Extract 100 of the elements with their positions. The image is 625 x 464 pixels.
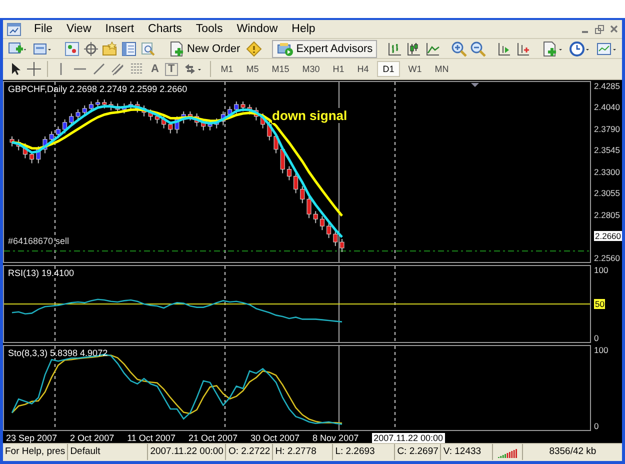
status-text: Default [68,444,148,460]
candlestick [326,222,332,238]
timeframe-button[interactable]: H1 [328,62,350,76]
candlestick [267,120,272,141]
candlestick [142,104,146,117]
candlestick [22,142,28,158]
candlestick [320,215,324,230]
bar-chart-icon[interactable] [386,40,403,57]
status-text: L: 2.2693 [333,444,396,460]
candlestick [76,108,80,121]
date-label: 21 Oct 2007 [188,432,238,443]
market-watch-icon[interactable] [64,40,80,57]
magnifier-window-icon[interactable] [140,40,156,57]
crosshair-icon[interactable] [26,61,42,78]
status-text: H: 2.2778 [273,444,334,460]
menu-item[interactable]: File [27,23,60,36]
chart-window-icon[interactable] [7,22,21,36]
close-icon[interactable] [610,25,618,34]
status-text: For Help, pres [3,444,68,460]
line-chart-icon[interactable] [424,40,441,57]
auto-scroll-icon[interactable] [514,40,531,57]
price-label: 2.3055 [594,188,620,198]
timeframe-button[interactable]: M15 [266,62,294,76]
channel-icon[interactable] [110,61,126,78]
timeframe-button[interactable]: D1 [376,61,400,78]
expert-advisors-button[interactable]: Expert Advisors [272,40,377,58]
menu-item[interactable]: Charts [141,23,189,36]
candlestick [10,136,14,147]
candlestick [300,185,305,204]
marker-icon [471,82,479,87]
zoom-in-icon[interactable] [450,40,467,57]
timeframe-button[interactable]: M1 [216,62,238,76]
menu-item[interactable]: View [60,23,98,36]
candlestick [102,98,107,109]
timeframe-button[interactable]: M5 [241,62,264,76]
candlestick [294,172,298,194]
candlestick [115,102,120,114]
restore-icon[interactable] [595,24,604,34]
document-plus-icon [169,40,185,57]
candlestick [42,136,48,154]
axis-label: 50 [594,298,606,309]
candlestick [188,110,192,121]
candlestick [306,195,312,218]
date-label: 8 Nov 2007 [312,432,359,443]
candlestick [194,112,200,127]
menu-item[interactable]: Help [284,23,322,36]
axis-label: 0 [594,332,599,343]
candlestick [220,110,226,126]
candlestick [148,108,153,121]
candlestick [286,165,292,180]
candlestick [333,230,338,246]
candlestick [135,100,140,113]
status-text: V: 12433 [441,444,494,460]
axis-label: 100 [594,344,608,355]
chart-shift-icon[interactable] [496,40,512,57]
status-text: 8356/42 kb [548,445,598,460]
candlestick [234,100,239,114]
price-label: 2.4040 [594,102,620,112]
candlestick [122,102,126,114]
candlestick [254,106,258,121]
price-label: 2.2660 [594,231,622,242]
status-text: C: 2.2697 [395,444,442,460]
crosshair-icon[interactable] [83,40,99,57]
candlestick [260,112,266,129]
candlestick [96,98,100,109]
diamond-icon[interactable] [246,40,262,57]
text-tool[interactable]: A [148,63,162,76]
candlestick [340,238,344,252]
candlestick-icon[interactable] [406,40,422,57]
timeframe-button[interactable]: W1 [403,62,427,76]
clock-button[interactable] [568,40,592,58]
label-tool[interactable]: T [164,62,178,76]
signal-annotation: down signal [272,108,348,123]
new-order-button[interactable]: New Order [166,40,244,58]
indicators-button[interactable] [540,40,565,58]
menu-item[interactable]: Tools [188,23,230,36]
candlestick [62,118,68,134]
timeframe-button[interactable]: MN [430,62,454,76]
connection-icon [498,446,518,458]
price-label: 2.3545 [594,145,620,156]
indicator-label: RSI(13) 19.4100 [8,268,74,278]
zoom-out-icon[interactable] [470,40,486,57]
axis-label: 0 [594,420,599,431]
date-label: 23 Sep 2007 [6,432,58,443]
cursor-date-label: 2007.11.22 00:00 [372,432,445,443]
chart-title: GBPCHF,Daily 2.2698 2.2749 2.2599 2.2660 [8,84,188,94]
menu-item[interactable]: Insert [98,23,142,36]
candlestick [128,100,134,111]
terminal-window-icon[interactable] [121,40,137,57]
date-label: 30 Oct 2007 [250,432,300,443]
timeframe-button[interactable]: M30 [297,62,325,76]
price-label: 2.4285 [594,80,620,91]
price-label: 2.3790 [594,124,620,134]
candlestick [174,116,180,134]
price-label: 2.2805 [594,210,620,220]
timeframe-button[interactable]: H4 [352,62,374,76]
menu-item[interactable]: Window [230,23,285,36]
folder-star-icon[interactable] [102,40,118,57]
axis-label: 100 [594,264,608,275]
candlestick [247,104,252,115]
